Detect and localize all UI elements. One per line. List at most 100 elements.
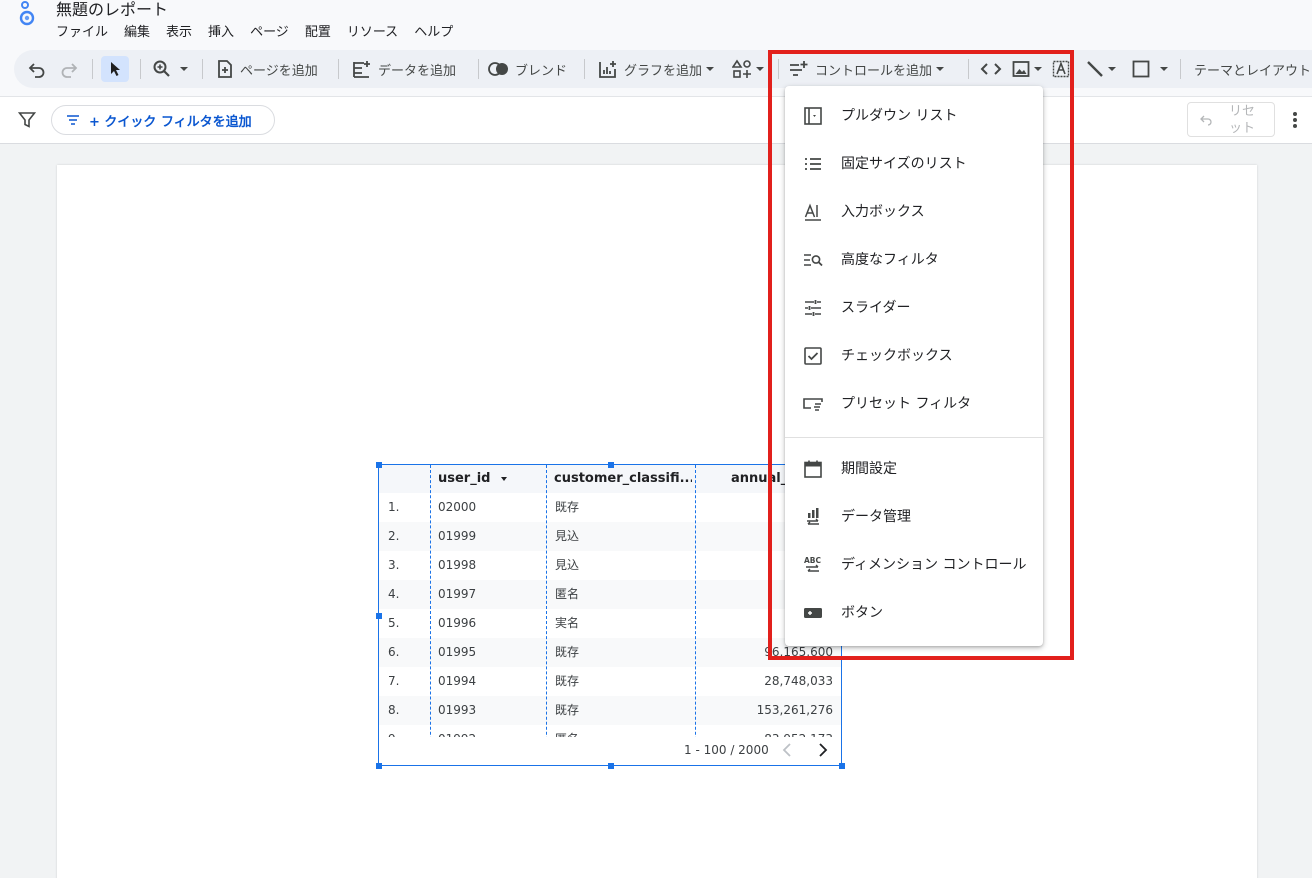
select-pointer-icon[interactable] [109, 50, 123, 88]
undo-icon[interactable] [28, 50, 46, 88]
user-id-cell: 01997 [438, 587, 477, 601]
menu-view[interactable]: 表示 [158, 21, 200, 40]
prev-page-icon[interactable] [782, 743, 792, 761]
report-title[interactable]: 無題のレポート [56, 0, 168, 20]
add-data-label: データを追加 [378, 63, 457, 79]
toolbar-divider [584, 59, 585, 79]
user-id-cell: 01995 [438, 645, 477, 659]
chevron-down-icon [1160, 67, 1168, 71]
rectangle-shape-icon [1132, 60, 1150, 78]
add-page-label: ページを追加 [240, 63, 318, 79]
next-page-icon[interactable] [818, 743, 828, 761]
add-chart-label: グラフを追加 [624, 63, 703, 79]
toolbar-divider [202, 59, 203, 79]
row-number-cell: 5. [388, 616, 400, 630]
resize-handle[interactable] [839, 763, 845, 769]
add-quick-filter-label: + クイック フィルタを追加 [89, 114, 252, 130]
column-header-user-id[interactable]: user_id [438, 465, 508, 493]
add-quick-filter-button[interactable]: + クイック フィルタを追加 [51, 105, 275, 135]
row-number-cell: 6. [388, 645, 400, 659]
table-footer [379, 737, 841, 765]
column-divider [695, 465, 696, 765]
app-header: 無題のレポート ファイル 編集 表示 挿入 ページ 配置 リソース ヘルプ ペー… [0, 0, 1312, 96]
blend-button[interactable]: ブレンド [488, 50, 567, 88]
user-id-cell: 01994 [438, 674, 477, 688]
community-visualization-icon [732, 59, 751, 78]
redo-icon[interactable] [60, 50, 78, 88]
toolbar-divider [478, 59, 479, 79]
customer-classification-cell: 匿名 [555, 587, 580, 601]
add-data-icon [353, 61, 370, 78]
customer-classification-cell: 見込 [555, 529, 580, 543]
filter-bar: + クイック フィルタを追加 リセット [0, 96, 1312, 144]
table-row[interactable]: 7. 01994 既存 28,748,033 [379, 667, 841, 696]
column-divider [546, 465, 547, 765]
user-id-cell: 01996 [438, 616, 477, 630]
blend-icon [488, 62, 508, 76]
annual-value-cell: 153,261,276 [756, 703, 833, 717]
chevron-down-icon [706, 67, 715, 71]
customer-classification-cell: 実名 [555, 616, 580, 630]
zoom-icon[interactable] [152, 50, 188, 88]
add-page-icon [218, 60, 232, 78]
line-button[interactable] [1086, 50, 1116, 88]
add-page-button[interactable]: ページを追加 [216, 50, 318, 88]
resize-handle[interactable] [376, 462, 382, 468]
shape-button[interactable] [1132, 50, 1168, 88]
user-id-cell: 01993 [438, 703, 477, 717]
chevron-down-icon [1108, 67, 1116, 71]
menu-insert[interactable]: 挿入 [200, 21, 242, 40]
menu-file[interactable]: ファイル [56, 21, 116, 40]
row-number-cell: 4. [388, 587, 400, 601]
toolbar-divider [338, 59, 339, 79]
menu-bar: ファイル 編集 表示 挿入 ページ 配置 リソース ヘルプ [56, 21, 461, 40]
theme-layout-label: テーマとレイアウト [1194, 63, 1312, 79]
chevron-down-icon [180, 67, 188, 71]
column-divider [430, 465, 431, 765]
toolbar-divider [92, 59, 93, 79]
highlight-annotation-box [768, 50, 1074, 660]
menu-arrange[interactable]: 配置 [297, 21, 339, 40]
filter-icon[interactable] [17, 111, 37, 133]
user-id-cell: 01999 [438, 529, 477, 543]
looker-studio-logo-icon[interactable] [16, 0, 38, 28]
pagination-label: 1 - 100 / 2000 [684, 743, 769, 757]
filter-list-icon [67, 115, 79, 125]
row-number-cell: 8. [388, 703, 400, 717]
sort-desc-icon [501, 476, 508, 481]
user-id-cell: 02000 [438, 500, 477, 514]
column-header-customer-classification[interactable]: customer_classifi... [554, 465, 692, 493]
row-number-cell: 2. [388, 529, 400, 543]
reset-label: リセット [1228, 103, 1255, 136]
toolbar: ページを追加 データを追加 ブレンド グラフを追加 コントロールを追加 テーマと… [14, 50, 1312, 88]
chevron-down-icon [756, 67, 764, 71]
reset-button[interactable]: リセット [1187, 102, 1275, 137]
menu-help[interactable]: ヘルプ [406, 21, 461, 40]
row-number-cell: 7. [388, 674, 400, 688]
row-number-cell: 3. [388, 558, 400, 572]
menu-page[interactable]: ページ [242, 21, 297, 40]
table-row[interactable]: 8. 01993 既存 153,261,276 [379, 696, 841, 725]
add-chart-icon [599, 61, 616, 78]
menu-edit[interactable]: 編集 [116, 21, 158, 40]
toolbar-divider [140, 59, 141, 79]
resize-handle[interactable] [608, 763, 614, 769]
row-number-cell: 1. [388, 500, 400, 514]
customer-classification-cell: 既存 [555, 500, 580, 514]
reset-undo-icon [1200, 115, 1212, 126]
resize-handle[interactable] [376, 763, 382, 769]
theme-layout-button[interactable]: テーマとレイアウト [1194, 50, 1311, 88]
customer-classification-cell: 既存 [555, 645, 580, 659]
resize-handle[interactable] [608, 462, 614, 468]
more-vert-icon[interactable] [1292, 111, 1298, 133]
customer-classification-cell: 見込 [555, 558, 580, 572]
community-viz-button[interactable] [732, 50, 764, 88]
menu-resources[interactable]: リソース [339, 21, 406, 40]
customer-classification-cell: 既存 [555, 703, 580, 717]
user-id-cell: 01998 [438, 558, 477, 572]
add-data-button[interactable]: データを追加 [352, 50, 456, 88]
toolbar-divider [1180, 59, 1181, 79]
resize-handle[interactable] [376, 613, 382, 619]
add-chart-button[interactable]: グラフを追加 [598, 50, 715, 88]
annual-value-cell: 28,748,033 [764, 674, 833, 688]
